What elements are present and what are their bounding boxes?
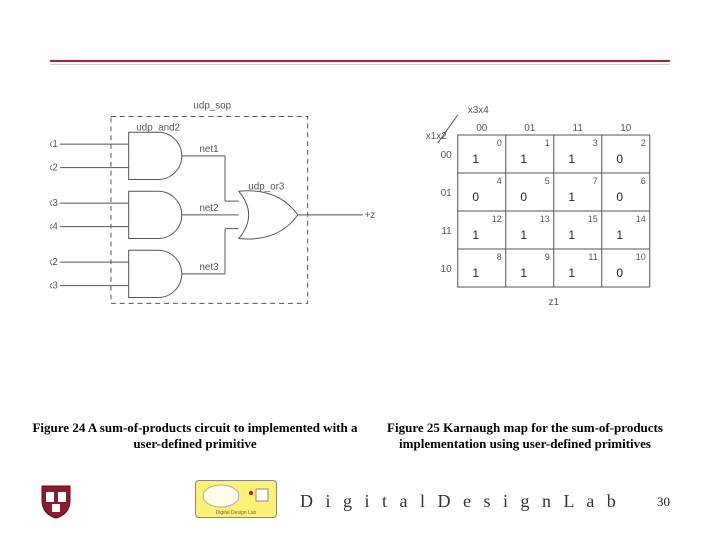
kmap-corner: 13 bbox=[539, 214, 549, 224]
kmap-corner: 1 bbox=[544, 138, 549, 148]
kmap-row-2: 11 bbox=[441, 226, 452, 237]
kmap-col-3: 10 bbox=[620, 123, 632, 134]
kmap-row-var: x1x2 bbox=[425, 131, 447, 142]
kmap-value: 1 bbox=[520, 266, 527, 280]
kmap-col-1: 01 bbox=[524, 123, 536, 134]
kmap-value: 1 bbox=[472, 152, 479, 166]
kmap-corner: 11 bbox=[588, 252, 597, 262]
gate-or3: udp_or3 +z1 bbox=[239, 181, 375, 239]
circuit-figure: udp_sop udp_and2 +x1 +x2 net1 bbox=[50, 95, 375, 425]
kmap-row-1: 01 bbox=[440, 188, 452, 199]
circuit-module-label: udp_sop bbox=[193, 101, 231, 112]
kmap-value: 1 bbox=[568, 266, 575, 280]
kmap-value: 1 bbox=[472, 228, 479, 242]
kmap-corner: 3 bbox=[592, 138, 597, 148]
kmap-value: 0 bbox=[616, 190, 623, 204]
gate3-input-0: -x2 bbox=[50, 257, 58, 268]
gate2-input-0: +x3 bbox=[50, 198, 58, 209]
gate-and-1: +x1 +x2 net1 bbox=[50, 132, 225, 179]
kmap-value: 1 bbox=[568, 152, 575, 166]
caption-right-title: Figure 25 bbox=[387, 420, 440, 435]
caption-left: Figure 24 A sum-of-products circuit to i… bbox=[30, 420, 360, 453]
kmap-corner: 14 bbox=[635, 214, 645, 224]
page-number: 30 bbox=[657, 494, 670, 510]
kmap-corner: 8 bbox=[496, 252, 501, 262]
gate1-type-label: udp_and2 bbox=[136, 122, 180, 133]
lab-logo-caption: Digital Design Lab bbox=[196, 510, 276, 516]
gate3-input-1: -x3 bbox=[50, 281, 58, 292]
shield-logo-icon bbox=[40, 484, 72, 520]
kmap-col-2: 11 bbox=[572, 123, 583, 134]
header-rule bbox=[50, 60, 670, 65]
kmap-value: 0 bbox=[616, 266, 623, 280]
kmap-value: 1 bbox=[616, 228, 623, 242]
kmap-corner: 12 bbox=[491, 214, 501, 224]
kmap-col-var: x3x4 bbox=[467, 105, 489, 116]
kmap-corner: 10 bbox=[635, 252, 645, 262]
kmap-value: 1 bbox=[472, 266, 479, 280]
kmap-figure: x3x4 x1x2 00 01 11 10 bbox=[405, 95, 671, 425]
kmap-value: 0 bbox=[472, 190, 479, 204]
gate-and-3: -x2 -x3 net3 bbox=[50, 250, 225, 297]
kmap-corner: 9 bbox=[544, 252, 549, 262]
gate1-net-label: net1 bbox=[199, 144, 218, 155]
gate3-net-label: net3 bbox=[199, 262, 219, 273]
caption-left-title: Figure 24 bbox=[32, 420, 85, 435]
circuit-output-label: +z1 bbox=[365, 210, 375, 221]
footer-brand: D i g i t a l D e s i g n L a b bbox=[300, 491, 620, 512]
kmap-value: 0 bbox=[520, 190, 527, 204]
kmap-row-0: 00 bbox=[440, 150, 452, 161]
gate1-input-1: +x2 bbox=[50, 163, 58, 174]
kmap-corner: 5 bbox=[544, 176, 549, 186]
kmap-corner: 6 bbox=[640, 176, 645, 186]
caption-left-text: A sum-of-products circuit to implemented… bbox=[88, 420, 358, 451]
lab-logo-icon: Digital Design Lab bbox=[195, 480, 277, 518]
kmap-corner: 4 bbox=[496, 176, 501, 186]
gate2-net-label: net2 bbox=[199, 203, 218, 214]
kmap-col-0: 00 bbox=[476, 123, 488, 134]
gate2-input-1: +x4 bbox=[50, 222, 58, 233]
kmap-value: 0 bbox=[616, 152, 623, 166]
kmap-corner: 7 bbox=[592, 176, 597, 186]
kmap-corner: 15 bbox=[587, 214, 597, 224]
kmap-corner: 2 bbox=[640, 138, 645, 148]
gate-and-2: +x3 +x4 net2 bbox=[50, 191, 225, 238]
kmap-row-3: 10 bbox=[440, 264, 452, 275]
gate1-input-0: +x1 bbox=[50, 139, 58, 150]
caption-right: Figure 25 Karnaugh map for the sum-of-pr… bbox=[360, 420, 690, 453]
kmap-value: 1 bbox=[520, 228, 527, 242]
kmap-value: 1 bbox=[568, 228, 575, 242]
kmap-corner: 0 bbox=[496, 138, 501, 148]
kmap-value: 1 bbox=[520, 152, 527, 166]
kmap-output-name: z1 bbox=[548, 297, 559, 308]
kmap-value: 1 bbox=[568, 190, 575, 204]
